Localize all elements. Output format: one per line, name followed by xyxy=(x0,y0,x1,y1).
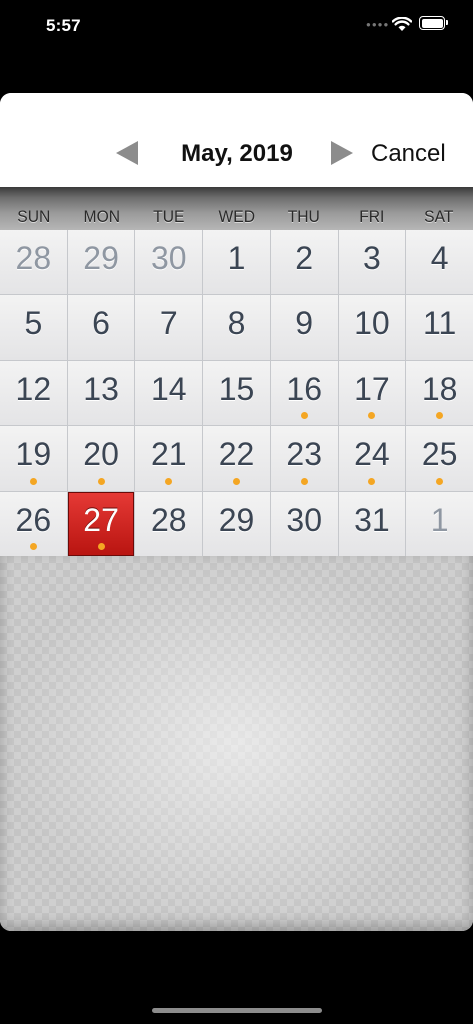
day-number: 1 xyxy=(227,240,246,276)
day-number: 12 xyxy=(15,370,52,407)
weekday-label: TUE xyxy=(153,207,185,226)
day-number: 11 xyxy=(423,305,457,342)
calendar-header: May, 2019 Cancel xyxy=(0,93,473,187)
event-dot-icon xyxy=(436,477,444,485)
day-cell[interactable]: 23 xyxy=(270,426,338,491)
day-number: 13 xyxy=(83,370,119,407)
day-cell[interactable]: 17 xyxy=(338,360,406,426)
event-dot-icon xyxy=(232,477,240,485)
next-month-button[interactable] xyxy=(331,141,355,167)
day-number: 9 xyxy=(295,305,314,342)
day-cell[interactable]: 21 xyxy=(135,426,203,491)
battery-icon xyxy=(419,16,448,30)
day-cell-selected[interactable]: 27 xyxy=(67,491,135,556)
event-dot-icon xyxy=(29,477,37,485)
day-number: 14 xyxy=(150,370,187,407)
status-bar: 5:57 ●●●● xyxy=(0,0,473,52)
day-number: 28 xyxy=(15,240,52,276)
day-cell[interactable]: 31 xyxy=(338,491,406,556)
weekday-label: FRI xyxy=(359,207,385,226)
day-cell[interactable]: 4 xyxy=(406,230,473,295)
day-number: 10 xyxy=(354,305,390,342)
day-number: 2 xyxy=(295,240,314,276)
day-number: 30 xyxy=(286,501,322,538)
day-cell[interactable]: 28 xyxy=(0,230,67,295)
day-cell[interactable]: 13 xyxy=(67,360,135,426)
day-cell[interactable]: 5 xyxy=(0,295,67,360)
day-cell[interactable]: 22 xyxy=(203,426,270,491)
home-indicator xyxy=(152,1008,322,1013)
day-number: 5 xyxy=(24,305,43,342)
day-cell[interactable]: 24 xyxy=(338,426,406,491)
triangle-right-icon xyxy=(331,141,353,165)
day-cell[interactable]: 26 xyxy=(0,491,67,556)
day-cell[interactable]: 3 xyxy=(338,230,406,295)
day-number: 6 xyxy=(92,305,110,342)
event-dot-icon xyxy=(97,543,105,550)
day-number: 8 xyxy=(227,305,246,342)
cellular-signal-icon: ●●●● xyxy=(366,20,390,29)
day-number: 29 xyxy=(83,240,119,276)
calendar-grid: 28 29 30 1 2 3 4 5 6 7 8 9 10 11 12 13 14 15 16 17 18 19 20 21 2… xyxy=(0,230,473,557)
events-panel xyxy=(0,556,473,931)
day-cell[interactable]: 30 xyxy=(135,230,203,295)
day-cell[interactable]: 15 xyxy=(203,360,270,426)
day-cell[interactable]: 12 xyxy=(0,360,67,426)
day-number: 7 xyxy=(159,305,178,342)
day-number: 30 xyxy=(150,240,187,276)
day-cell[interactable]: 14 xyxy=(135,360,203,426)
day-cell[interactable]: 29 xyxy=(67,230,135,295)
weekday-label: MON xyxy=(83,207,120,226)
calendar-sheet: May, 2019 Cancel SUN MON TUE WED THU FRI SAT 2… xyxy=(0,93,473,931)
day-cell[interactable]: 8 xyxy=(203,295,270,360)
day-number: 28 xyxy=(150,501,187,538)
event-dot-icon xyxy=(97,477,105,485)
day-cell[interactable]: 10 xyxy=(338,295,406,360)
triangle-left-icon xyxy=(116,141,138,165)
day-cell[interactable]: 6 xyxy=(67,295,135,360)
day-cell[interactable]: 25 xyxy=(406,426,473,491)
weekday-label: WED xyxy=(218,207,255,226)
weekday-label: THU xyxy=(288,207,321,226)
day-number: 31 xyxy=(354,501,390,538)
day-cell[interactable]: 20 xyxy=(67,426,135,491)
day-cell[interactable]: 1 xyxy=(203,230,270,295)
month-title: May, 2019 xyxy=(181,140,293,167)
event-dot-icon xyxy=(29,543,37,550)
event-dot-icon xyxy=(165,477,173,485)
status-time: 5:57 xyxy=(46,16,81,35)
day-cell[interactable]: 30 xyxy=(270,491,338,556)
weekday-label: SUN xyxy=(17,207,51,226)
day-number: 4 xyxy=(430,240,449,276)
wifi-icon xyxy=(391,16,413,37)
cancel-button[interactable]: Cancel xyxy=(371,140,446,168)
day-cell[interactable]: 16 xyxy=(270,360,338,426)
day-cell[interactable]: 19 xyxy=(0,426,67,491)
weekday-header: SUN MON TUE WED THU FRI SAT xyxy=(0,187,473,230)
day-cell[interactable]: 18 xyxy=(406,360,473,426)
weekday-label: SAT xyxy=(424,207,454,226)
day-number: 1 xyxy=(430,501,449,538)
day-number: 29 xyxy=(218,501,255,538)
day-number: 3 xyxy=(363,240,381,276)
day-cell[interactable]: 7 xyxy=(135,295,203,360)
event-dot-icon xyxy=(300,412,308,420)
event-dot-icon xyxy=(300,477,308,485)
day-cell[interactable]: 2 xyxy=(270,230,338,295)
day-cell[interactable]: 9 xyxy=(270,295,338,360)
day-number: 15 xyxy=(218,370,255,407)
previous-month-button[interactable] xyxy=(116,141,140,167)
day-cell[interactable]: 11 xyxy=(406,295,473,360)
day-cell[interactable]: 28 xyxy=(135,491,203,556)
day-cell[interactable]: 1 xyxy=(406,491,473,556)
day-cell[interactable]: 29 xyxy=(203,491,270,556)
